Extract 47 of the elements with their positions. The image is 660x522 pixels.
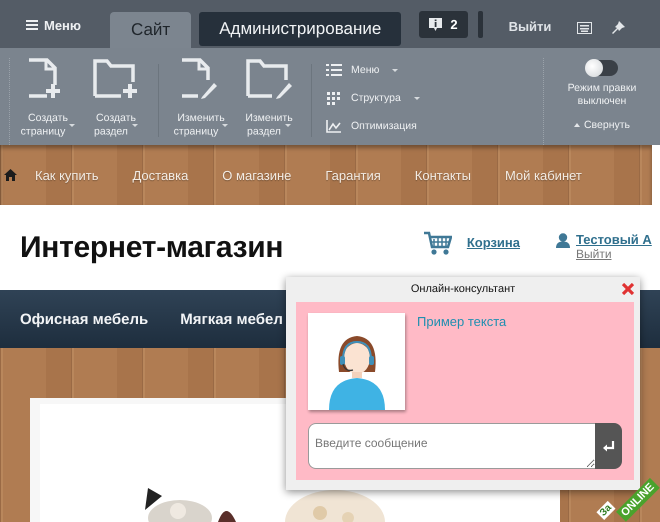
catalog-link[interactable]: Офисная мебель (20, 310, 148, 328)
edit-mode-label: Режим правки выключен (566, 82, 638, 108)
nav-link[interactable]: Мой кабинет (492, 168, 600, 182)
nav-link[interactable]: Гарантия (313, 168, 399, 182)
collapse-button[interactable]: Свернуть (574, 119, 630, 131)
menu-button[interactable]: Меню (22, 7, 86, 43)
tab[interactable]: Администрирование (199, 12, 402, 46)
cart-link[interactable]: Корзина (466, 235, 520, 250)
toolbar-menu-item[interactable]: Структура (326, 88, 420, 108)
grid-icon (326, 91, 342, 105)
toolbar-menu-item[interactable]: Меню (326, 60, 420, 80)
send-button[interactable] (595, 423, 622, 469)
toolbar-button[interactable]: Создать раздел (82, 58, 150, 145)
toolbar-button[interactable]: Изменить страницу (167, 58, 235, 145)
nav-link[interactable]: Как купить (23, 168, 116, 182)
toolbar-button[interactable]: Создать страницу (14, 58, 82, 145)
notifications-button[interactable]: 2 (419, 11, 468, 38)
home-icon (4, 169, 17, 181)
info-icon (429, 18, 442, 31)
chat-title: Онлайн-консультант (410, 283, 516, 295)
toolbar-button[interactable]: Изменить раздел (235, 58, 303, 145)
logout-link[interactable]: Выйти (576, 247, 652, 261)
cart-icon (424, 230, 452, 254)
pin-icon (612, 21, 626, 34)
nav-link[interactable]: Контакты (402, 168, 489, 182)
chart-icon (326, 119, 342, 133)
logout-link[interactable]: Выйти (508, 19, 552, 34)
chat-message: Пример текста (417, 314, 506, 331)
message-input[interactable]: Введите сообщение (308, 423, 595, 469)
keyboard-icon (577, 22, 592, 34)
caret-icon (574, 123, 580, 127)
enter-icon (602, 440, 614, 452)
close-icon (622, 283, 634, 295)
nav-link[interactable]: О магазине (210, 168, 310, 182)
panel-handle[interactable] (478, 11, 483, 38)
folder-plus-icon (93, 58, 139, 100)
list-icon (326, 63, 342, 77)
nav-link[interactable]: Доставка (120, 168, 206, 182)
catalog-link[interactable]: Мягкая мебел (180, 310, 283, 328)
user-icon (556, 233, 570, 248)
toolbar-menu-item[interactable]: Оптимизация (326, 116, 420, 136)
edit-mode-toggle[interactable] (586, 60, 618, 76)
user-link[interactable]: Тестовый А (576, 232, 652, 247)
tab[interactable]: Сайт (110, 12, 192, 48)
site-title: Интернет-магазин (20, 230, 284, 264)
menu-icon (26, 20, 38, 30)
folder-pencil-icon (246, 58, 292, 100)
